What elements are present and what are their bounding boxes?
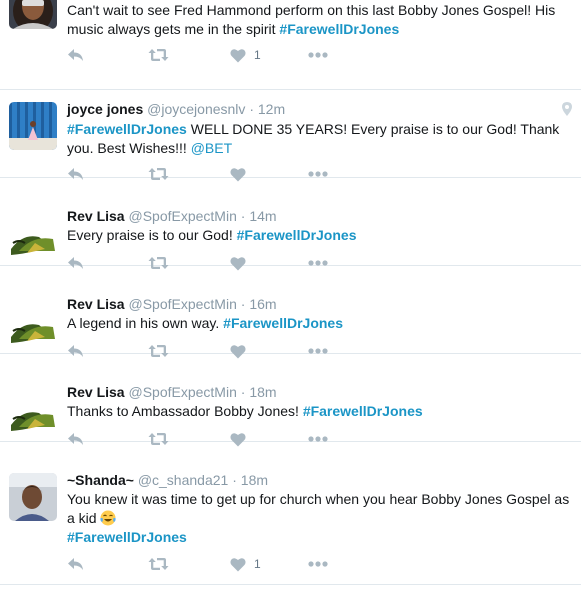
tweet-text-segment: A legend in his own way. [67,315,224,331]
tweet-text-segment: Every praise is to our God! [67,227,237,243]
like-count: 1 [254,48,261,62]
author-handle[interactable]: @c_shanda21 [138,472,229,488]
timestamp[interactable]: 14m [249,208,276,224]
retweet-icon [148,48,169,62]
avatar[interactable] [9,297,57,345]
avatar[interactable] [9,385,57,433]
author-handle[interactable]: @SpofExpectMin [128,296,236,312]
location-pin-icon[interactable] [562,102,572,121]
tweet[interactable]: Rev Lisa @SpofExpectMin · 16m A legend in… [0,266,581,358]
tweet-text: Thanks to Ambassador Bobby Jones! #Farew… [67,402,572,421]
tweet[interactable]: ~Shanda~ @c_shanda21 · 18m You knew it wa… [0,442,581,585]
timestamp[interactable]: 18m [241,472,268,488]
reply-button[interactable] [67,554,85,574]
hashtag-link[interactable]: #FarewellDrJones [279,21,399,37]
tweet-text: Can't wait to see Fred Hammond perform o… [67,1,572,39]
more-button[interactable] [308,554,328,574]
separator-dot: · [232,472,237,488]
author-handle[interactable]: @SpofExpectMin [128,208,236,224]
more-icon [308,171,328,177]
reply-icon [67,557,85,571]
mention-link[interactable]: @BET [191,140,232,156]
tweet-text: You knew it was time to get up for churc… [67,490,572,547]
timestamp[interactable]: 12m [258,101,285,117]
tweet-header: ~Shanda~ @c_shanda21 · 18m [67,471,268,489]
more-button[interactable] [308,45,328,65]
author-name[interactable]: Rev Lisa [67,208,125,224]
hashtag-link[interactable]: #FarewellDrJones [67,529,187,545]
more-icon [308,561,328,567]
hashtag-link[interactable]: #FarewellDrJones [223,315,343,331]
hashtag-link[interactable]: #FarewellDrJones [237,227,357,243]
tweet-header: joyce jones @joycejonesnlv · 12m [67,100,285,118]
hashtag-link[interactable]: #FarewellDrJones [303,403,423,419]
separator-dot: · [240,296,246,312]
author-name[interactable]: ~Shanda~ [67,472,134,488]
tweet[interactable]: Rev Lisa @SpofExpectMin · 18m Thanks to A… [0,354,581,446]
reply-button[interactable] [67,45,85,65]
author-name[interactable]: joyce jones [67,101,143,117]
separator-dot: · [240,208,246,224]
author-handle[interactable]: @joycejonesnlv [147,101,245,117]
author-name[interactable]: Rev Lisa [67,296,125,312]
avatar[interactable] [9,102,57,150]
retweet-button[interactable] [148,554,169,574]
like-count: 1 [254,557,261,571]
tweet-text-segment: You knew it was time to get up for churc… [67,491,570,526]
separator-dot: · [240,384,246,400]
timestamp[interactable]: 16m [249,296,276,312]
retweet-button[interactable] [148,45,169,65]
tweet-actions: 1 [67,45,347,65]
reply-icon [67,48,85,62]
avatar[interactable] [9,209,57,257]
tweet-actions: 1 [67,554,347,574]
tweet-timeline: Aubrey Martin @Just_Aubs1 · 12mCan't wai… [0,0,581,596]
tweet-text: #FarewellDrJones WELL DONE 35 YEARS! Eve… [67,120,572,158]
hashtag-link[interactable]: #FarewellDrJones [67,121,187,137]
retweet-icon [148,557,169,571]
tweet-header: Rev Lisa @SpofExpectMin · 14m [67,207,277,225]
like-button[interactable]: 1 [230,45,261,65]
author-name[interactable]: Rev Lisa [67,384,125,400]
tweet[interactable]: joyce jones @joycejonesnlv · 12m #Farewel… [0,90,581,181]
tweet-header: Rev Lisa @SpofExpectMin · 16m [67,295,277,313]
avatar[interactable] [9,473,57,521]
avatar[interactable] [9,0,57,29]
tweet-text: A legend in his own way. #FarewellDrJone… [67,314,572,333]
tweet[interactable]: Aubrey Martin @Just_Aubs1 · 12mCan't wai… [0,0,581,90]
more-icon [308,52,328,58]
tears-of-joy-emoji [100,510,117,526]
timestamp[interactable]: 18m [249,384,276,400]
tweet-header: Rev Lisa @SpofExpectMin · 18m [67,383,277,401]
tweet-text: Every praise is to our God! #FarewellDrJ… [67,226,572,245]
author-handle[interactable]: @SpofExpectMin [128,384,236,400]
heart-icon [230,48,246,63]
tweet-text-segment: Thanks to Ambassador Bobby Jones! [67,403,303,419]
heart-icon [230,557,246,572]
tweet[interactable]: Rev Lisa @SpofExpectMin · 14m Every prais… [0,178,581,270]
like-button[interactable]: 1 [230,554,261,574]
separator-dot: · [249,101,254,117]
